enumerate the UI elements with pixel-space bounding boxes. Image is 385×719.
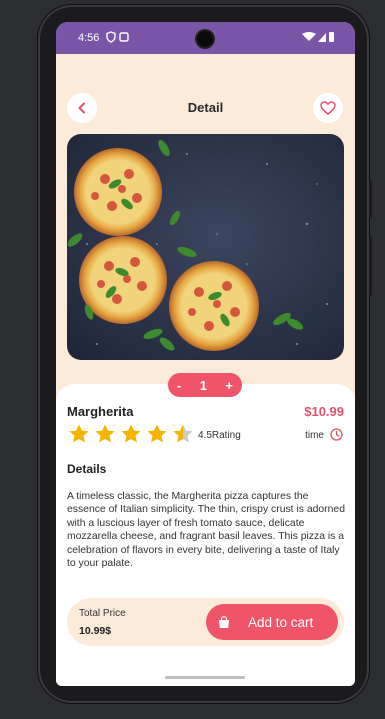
rating-label: 4.5Rating bbox=[198, 430, 241, 441]
front-camera bbox=[197, 31, 213, 47]
star-icon bbox=[147, 424, 167, 443]
status-system-icons bbox=[301, 31, 335, 46]
home-indicator[interactable] bbox=[165, 676, 245, 679]
star-icon bbox=[69, 424, 89, 443]
status-time: 4:56 bbox=[78, 32, 100, 44]
status-notification-icons bbox=[106, 31, 130, 46]
favorite-button[interactable] bbox=[313, 93, 343, 123]
quantity-value: 1 bbox=[199, 377, 207, 393]
total-price-label: Total Price bbox=[79, 608, 126, 619]
shopping-bag-icon bbox=[219, 615, 229, 628]
page-title: Detail bbox=[187, 100, 224, 115]
heart-icon bbox=[320, 101, 336, 115]
total-price-value: 10.99$ bbox=[79, 625, 112, 637]
product-image bbox=[67, 134, 344, 360]
increase-button[interactable]: + bbox=[225, 378, 233, 393]
power-button bbox=[369, 180, 372, 218]
rating-stars bbox=[68, 423, 194, 445]
star-icon bbox=[173, 424, 193, 443]
quantity-stepper: - 1 + bbox=[168, 373, 242, 397]
shield-icon bbox=[106, 31, 129, 43]
clock-icon bbox=[330, 428, 343, 441]
time-label: time bbox=[305, 430, 324, 441]
app-screen: 4:56 Detail - 1 + Margherita $10.99 4.5R… bbox=[56, 22, 355, 686]
decrease-button[interactable]: - bbox=[177, 378, 181, 393]
product-price: $10.99 bbox=[304, 404, 344, 419]
status-bar: 4:56 bbox=[56, 22, 355, 54]
star-icon bbox=[121, 424, 141, 443]
product-name: Margherita bbox=[67, 404, 134, 419]
add-to-cart-button[interactable]: Add to cart bbox=[206, 604, 338, 640]
product-description: A timeless classic, the Margherita pizza… bbox=[67, 491, 345, 570]
signal-battery-icon bbox=[302, 32, 334, 42]
star-icon bbox=[95, 424, 115, 443]
details-heading: Details bbox=[67, 462, 107, 476]
add-to-cart-label: Add to cart bbox=[248, 614, 314, 630]
checkout-bar: Total Price 10.99$ Add to cart bbox=[67, 598, 344, 646]
volume-button bbox=[369, 236, 372, 296]
pizza-photo bbox=[67, 134, 344, 360]
